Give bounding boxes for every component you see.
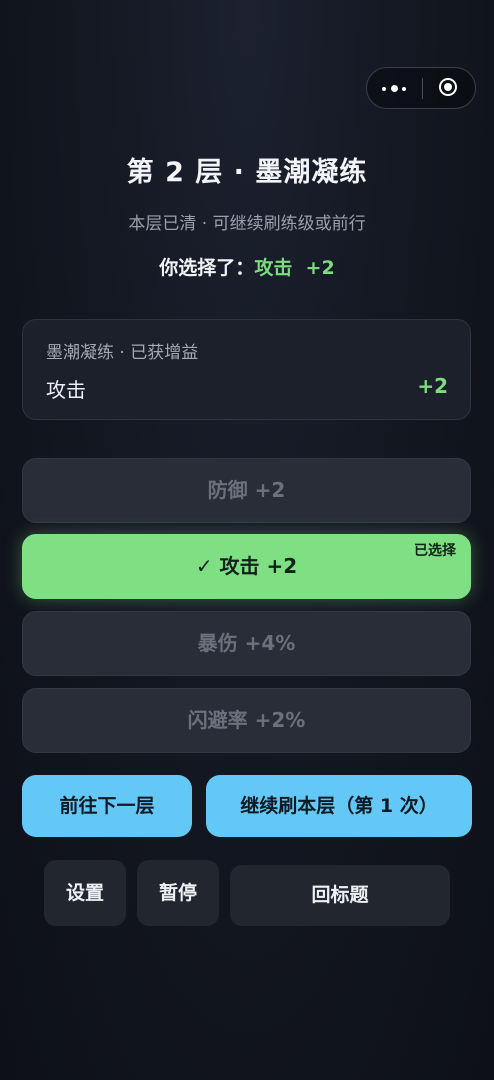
option-label: 闪避率 +2% [187,708,306,732]
next-floor-button[interactable]: 前往下一层 [22,775,192,837]
back-to-title-button[interactable]: 回标题 [230,865,450,926]
option-label: ✓ 攻击 +2 [195,554,298,578]
more-dots-icon[interactable] [367,68,422,108]
page-title: 第 2 层 · 墨潮凝练 [126,157,368,188]
settings-button[interactable]: 设置 [44,860,126,926]
buff-panel-label: 墨潮凝练 · 已获增益 [46,343,199,363]
option-attack[interactable]: ✓ 攻击 +2 已选择 [22,534,471,599]
option-label: 防御 +2 [207,478,286,502]
page-subtitle: 本层已清 · 可继续刷练级或前行 [128,214,366,234]
target-circle-icon[interactable] [423,68,477,108]
buff-stat-value: +2 [417,374,448,398]
buff-stat-name: 攻击 [46,378,86,402]
chosen-summary: 你选择了：攻击 +2 [0,253,494,280]
option-defense[interactable]: 防御 +2 [22,458,471,523]
chosen-value: 攻击 +2 [254,257,335,279]
option-crit-damage[interactable]: 暴伤 +4% [22,611,471,676]
pause-button[interactable]: 暂停 [137,860,219,926]
mini-program-capsule [366,67,476,109]
repeat-floor-button[interactable]: 继续刷本层（第 1 次） [206,775,472,837]
option-dodge-rate[interactable]: 闪避率 +2% [22,688,471,753]
option-label: 暴伤 +4% [197,631,296,655]
selected-tag: 已选择 [414,543,456,559]
buff-panel: 墨潮凝练 · 已获增益 攻击 +2 [22,319,471,420]
chosen-prefix: 你选择了： [159,257,255,279]
